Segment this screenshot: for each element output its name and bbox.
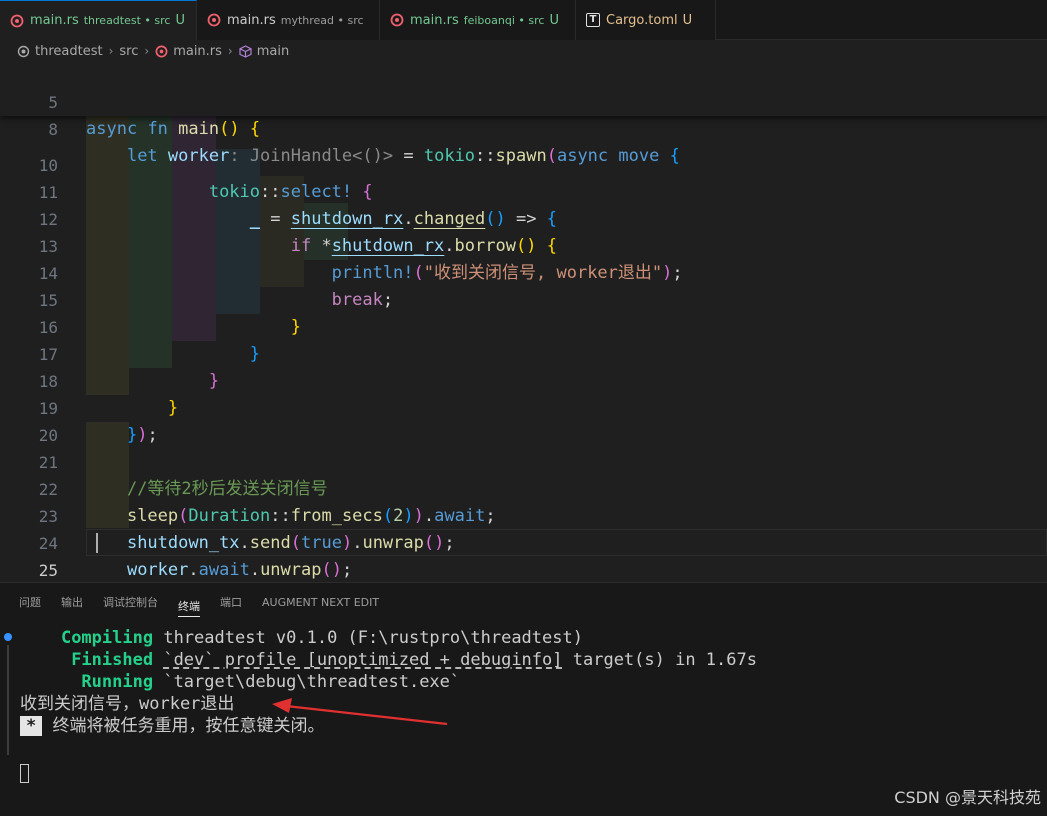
code-line: 8 let worker: JoinHandle<()> = tokio::sp… — [0, 89, 1047, 166]
line-code: async fn main() { — [86, 119, 261, 139]
line-code: let worker: JoinHandle<()> = tokio::spaw… — [126, 146, 680, 166]
code-line: 5 async fn main() { — [0, 62, 1047, 139]
line-number: 8 — [48, 120, 58, 139]
sticky-scroll-header[interactable]: 5 async fn main() { 8 let worker: JoinHa… — [0, 62, 1047, 166]
